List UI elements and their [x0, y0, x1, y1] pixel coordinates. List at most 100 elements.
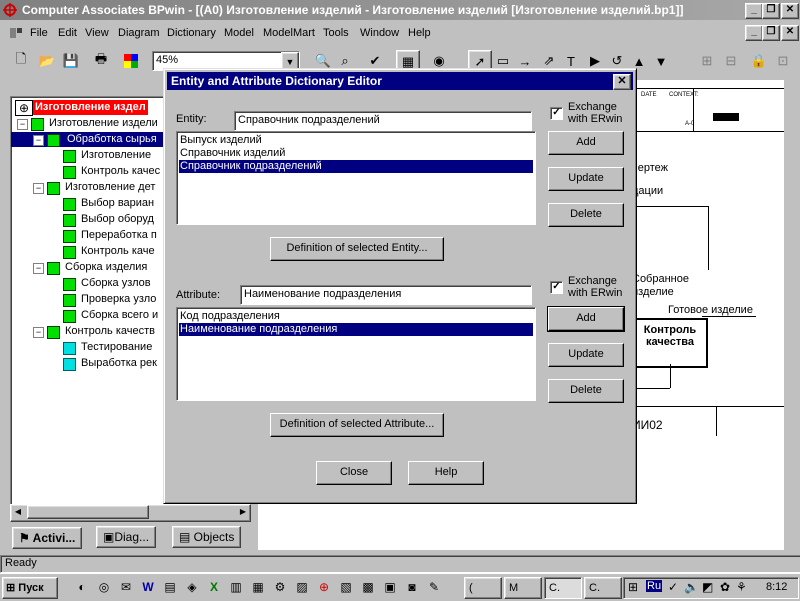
quicklaunch-icon[interactable]: ◎ — [96, 579, 112, 595]
tray-icon[interactable]: ⚘ — [736, 580, 747, 594]
quicklaunch-icon[interactable]: ▨ — [294, 579, 310, 595]
expand-collapse-icon[interactable]: − — [33, 263, 44, 274]
tree-node[interactable]: Сборка узлов — [81, 276, 151, 291]
activity-box-quality-control[interactable]: Контроль качества — [632, 318, 708, 368]
tree-root-label[interactable]: Изготовление издел — [33, 100, 148, 115]
scroll-right-icon[interactable]: ▶ — [236, 505, 250, 519]
tree-node[interactable]: Контроль качеств — [65, 324, 155, 339]
tree-node[interactable]: Переработка п — [81, 228, 157, 243]
list-item[interactable]: Код подразделения — [179, 310, 533, 323]
menu-view[interactable]: View — [85, 27, 109, 39]
save-icon[interactable]: 💾 — [60, 50, 82, 72]
tray-icon[interactable]: ⊞ — [628, 580, 638, 594]
entity-delete-button[interactable]: Delete — [548, 203, 624, 227]
tree-node[interactable]: Контроль качес — [81, 164, 160, 179]
entity-input[interactable]: Справочник подразделений — [234, 111, 532, 131]
doc-close-button[interactable]: ✕ — [781, 25, 799, 41]
attribute-list[interactable]: Код подразделения Наименование подраздел… — [176, 307, 536, 401]
tree-node[interactable]: Сборка изделия — [65, 260, 147, 275]
new-file-icon[interactable]: 🗋 — [10, 50, 32, 72]
bpwin-quicklaunch-icon[interactable]: ⊕ — [316, 579, 332, 595]
close-button[interactable]: ✕ — [781, 3, 799, 19]
quicklaunch-icon[interactable]: ▧ — [338, 579, 354, 595]
tray-icon[interactable]: ✓ — [668, 580, 678, 594]
close-dialog-button[interactable]: Close — [316, 461, 392, 485]
menu-model[interactable]: Model — [224, 27, 254, 39]
menu-help[interactable]: Help — [408, 27, 431, 39]
help-button[interactable]: Help — [408, 461, 484, 485]
quicklaunch-icon[interactable]: ▤ — [162, 579, 178, 595]
tree-node[interactable]: Изготовление издели — [49, 116, 158, 131]
quicklaunch-icon[interactable]: ▩ — [360, 579, 376, 595]
list-item[interactable]: Выпуск изделий — [179, 134, 533, 147]
tab-activities[interactable]: ⚑ Activi... — [12, 527, 83, 549]
quicklaunch-icon[interactable]: ▦ — [250, 579, 266, 595]
menu-dictionary[interactable]: Dictionary — [167, 27, 216, 39]
mail-icon[interactable]: ✉ — [118, 579, 134, 595]
tree-node[interactable]: Изготовление дет — [65, 180, 155, 195]
excel-icon[interactable]: X — [206, 579, 222, 595]
scroll-thumb[interactable] — [27, 505, 149, 519]
tree-node[interactable]: Проверка узло — [81, 292, 156, 307]
tree-node[interactable]: Обработка сырья — [65, 132, 159, 147]
quicklaunch-icon[interactable]: ⚙ — [272, 579, 288, 595]
quicklaunch-icon[interactable]: ▣ — [382, 579, 398, 595]
entity-add-button[interactable]: Add — [548, 131, 624, 155]
start-button[interactable]: ⊞ Пуск — [2, 577, 58, 599]
quicklaunch-icon[interactable]: ◙ — [404, 579, 420, 595]
entity-exchange-checkbox[interactable]: ✓ — [550, 107, 563, 120]
expand-collapse-icon[interactable]: − — [17, 119, 28, 130]
tree-node[interactable]: Тестирование — [81, 340, 152, 355]
clock[interactable]: 8:12 — [766, 581, 787, 593]
volume-icon[interactable]: 🔈 — [684, 580, 699, 594]
tree-node[interactable]: Выбор оборуд — [81, 212, 154, 227]
tray-icon[interactable]: ✿ — [720, 580, 730, 594]
attribute-exchange-checkbox[interactable]: ✓ — [550, 281, 563, 294]
quicklaunch-icon[interactable]: ◈ — [184, 579, 200, 595]
document-icon[interactable] — [8, 25, 24, 41]
menu-modelmart[interactable]: ModelMart — [263, 27, 315, 39]
print-icon[interactable]: 🖶 — [90, 50, 112, 72]
tree-node[interactable]: Изготовление — [81, 148, 151, 163]
definition-attribute-button[interactable]: Definition of selected Attribute... — [270, 413, 444, 437]
tree-horizontal-scrollbar[interactable]: ◀ ▶ — [10, 504, 251, 522]
expand-collapse-icon[interactable]: − — [33, 327, 44, 338]
tree-node[interactable]: Контроль каче — [81, 244, 155, 259]
scroll-left-icon[interactable]: ◀ — [11, 505, 25, 519]
go-down-icon[interactable]: ▼ — [650, 50, 672, 72]
doc-restore-button[interactable]: ❐ — [762, 25, 780, 41]
language-indicator[interactable]: Ru — [646, 580, 663, 592]
word-icon[interactable]: W — [140, 579, 156, 595]
window-title-bar[interactable]: Computer Associates BPwin - [(A0) Изгото… — [0, 0, 800, 20]
task-button-bpwin[interactable]: C. — [544, 577, 582, 599]
menu-diagram[interactable]: Diagram — [118, 27, 160, 39]
doc-minimize-button[interactable]: _ — [745, 25, 763, 41]
open-folder-icon[interactable]: 📂 — [36, 50, 58, 72]
task-button[interactable]: C. — [584, 577, 622, 599]
definition-entity-button[interactable]: Definition of selected Entity... — [270, 237, 444, 261]
list-item[interactable]: Справочник изделий — [179, 147, 533, 160]
dialog-title-bar[interactable]: Entity and Attribute Dictionary Editor ✕ — [167, 72, 633, 90]
quicklaunch-icon[interactable]: ◐ — [74, 579, 90, 595]
list-item-selected[interactable]: Наименование подразделения — [179, 323, 533, 336]
menu-window[interactable]: Window — [360, 27, 399, 39]
quicklaunch-icon[interactable]: ▥ — [228, 579, 244, 595]
task-button[interactable]: ( — [464, 577, 502, 599]
menu-tools[interactable]: Tools — [323, 27, 349, 39]
expand-collapse-icon[interactable]: − — [33, 183, 44, 194]
tree-node[interactable]: Выработка рек — [81, 356, 157, 371]
color-palette-icon[interactable] — [120, 50, 142, 72]
task-button-word[interactable]: M — [504, 577, 542, 599]
tree-node[interactable]: Сборка всего и — [81, 308, 158, 323]
expand-collapse-icon[interactable]: − — [33, 135, 44, 146]
attribute-delete-button[interactable]: Delete — [548, 379, 624, 403]
attribute-add-button[interactable]: Add — [547, 306, 625, 332]
attribute-input[interactable]: Наименование подразделения — [240, 285, 532, 305]
dialog-close-icon[interactable]: ✕ — [613, 74, 631, 90]
entity-list[interactable]: Выпуск изделий Справочник изделий Справо… — [176, 131, 536, 225]
menu-edit[interactable]: Edit — [58, 27, 77, 39]
menu-file[interactable]: File — [30, 27, 48, 39]
list-item-selected[interactable]: Справочник подразделений — [179, 160, 533, 173]
attribute-update-button[interactable]: Update — [548, 343, 624, 367]
minimize-button[interactable]: _ — [745, 3, 763, 19]
